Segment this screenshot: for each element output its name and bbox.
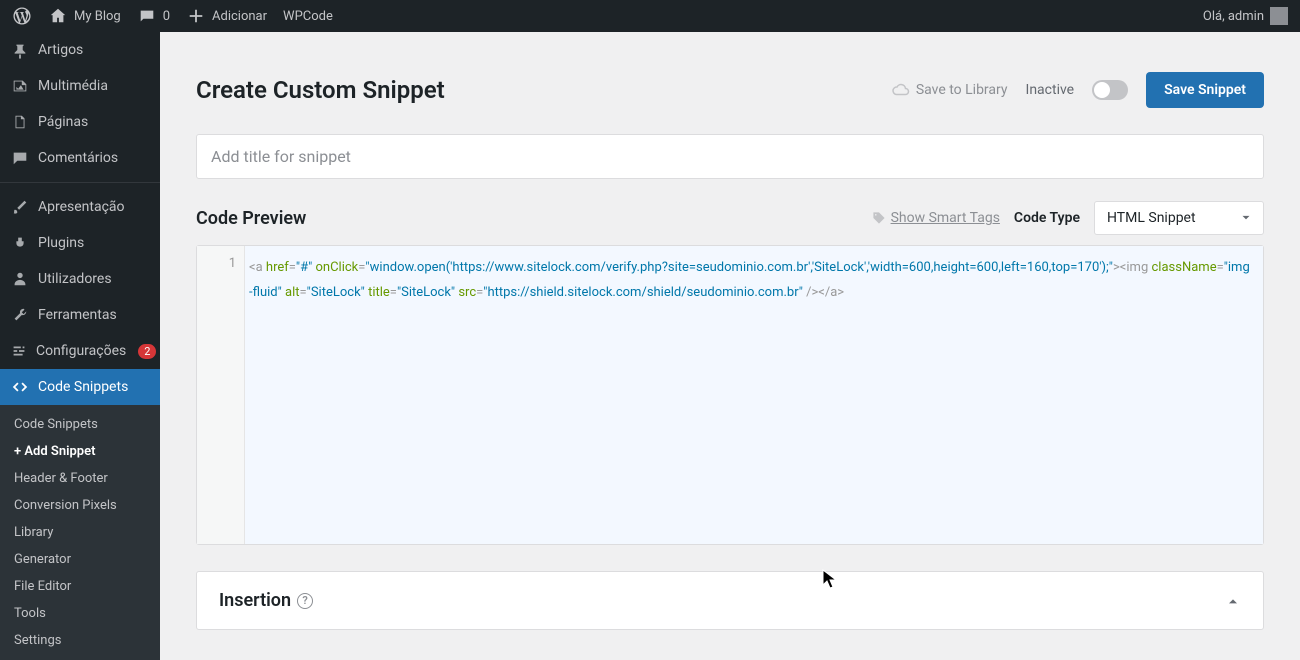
wp-logo[interactable]: [12, 6, 32, 26]
sidebar-item-páginas[interactable]: Páginas: [0, 104, 160, 140]
code-textarea[interactable]: <a href="#" onClick="window.open('https:…: [245, 246, 1263, 544]
media-icon: [10, 76, 30, 96]
plus-icon: [186, 6, 206, 26]
comments-count: 0: [163, 9, 170, 24]
code-icon: [10, 377, 30, 397]
sidebar-item-ferramentas[interactable]: Ferramentas: [0, 297, 160, 333]
sidebar-item-multimédia[interactable]: Multimédia: [0, 68, 160, 104]
sliders-icon: [10, 341, 28, 361]
add-new-label: Adicionar: [212, 9, 267, 24]
sidebar-item-artigos[interactable]: Artigos: [0, 32, 160, 68]
brush-icon: [10, 197, 30, 217]
code-preview-heading: Code Preview: [196, 208, 306, 229]
line-number: 1: [197, 256, 236, 271]
save-to-library-label: Save to Library: [916, 82, 1008, 98]
sidebar-item-label: Utilizadores: [38, 271, 112, 287]
sidebar-item-comentários[interactable]: Comentários: [0, 140, 160, 176]
site-name-label: My Blog: [74, 9, 121, 24]
site-name[interactable]: My Blog: [48, 6, 121, 26]
sidebar-submenu: Code Snippets+ Add SnippetHeader & Foote…: [0, 405, 160, 660]
sidebar-item-label: Plugins: [38, 235, 84, 251]
wpcode-toolbar-label: WPCode: [283, 9, 333, 24]
help-icon[interactable]: ?: [297, 593, 313, 609]
sidebar-item-label: Multimédia: [38, 78, 108, 94]
home-icon: [48, 6, 68, 26]
plug-icon: [10, 233, 30, 253]
sidebar-item-apresentação[interactable]: Apresentação: [0, 189, 160, 225]
tag-icon: [871, 210, 887, 226]
sidebar-item-configurações[interactable]: Configurações 2: [0, 333, 160, 369]
show-smart-tags-label: Show Smart Tags: [891, 210, 1000, 226]
save-to-library[interactable]: Save to Library: [892, 81, 1008, 99]
inactive-label: Inactive: [1026, 82, 1075, 98]
admin-sidebar: Artigos Multimédia Páginas Comentários Apre…: [0, 32, 160, 634]
comment-icon: [10, 148, 30, 168]
user-icon: [10, 269, 30, 289]
submenu-item-file-editor[interactable]: File Editor: [0, 573, 160, 600]
submenu-item-code-snippets[interactable]: Code Snippets: [0, 411, 160, 438]
sidebar-item-code-snippets[interactable]: Code Snippets: [0, 369, 160, 405]
wordpress-icon: [12, 6, 32, 26]
page-icon: [10, 112, 30, 132]
comment-bubble-icon: [137, 6, 157, 26]
save-snippet-button[interactable]: Save Snippet: [1146, 72, 1264, 108]
sidebar-item-label: Code Snippets: [38, 379, 128, 395]
submenu-item-header-footer[interactable]: Header & Footer: [0, 465, 160, 492]
page-header: Create Custom Snippet Save to Library In…: [196, 72, 1264, 108]
greeting-label: Olá, admin: [1203, 9, 1264, 24]
submenu-item-conversion-pixels[interactable]: Conversion Pixels: [0, 492, 160, 519]
submenu-item-generator[interactable]: Generator: [0, 546, 160, 573]
sidebar-item-label: Comentários: [38, 150, 118, 166]
code-type-value: HTML Snippet: [1107, 210, 1196, 226]
add-new[interactable]: Adicionar: [186, 6, 267, 26]
sidebar-item-utilizadores[interactable]: Utilizadores: [0, 261, 160, 297]
sidebar-item-label: Páginas: [38, 114, 88, 130]
chevron-up-icon: [1225, 593, 1241, 609]
editor-gutter: 1: [197, 246, 245, 544]
sidebar-item-plugins[interactable]: Plugins: [0, 225, 160, 261]
chevron-down-icon: [1239, 211, 1253, 225]
sidebar-item-label: Ferramentas: [38, 307, 117, 323]
submenu-item-tools[interactable]: Tools: [0, 600, 160, 627]
sidebar-item-label: Artigos: [38, 42, 83, 58]
active-toggle[interactable]: [1092, 80, 1128, 100]
sidebar-item-label: Apresentação: [38, 199, 125, 215]
insertion-title-label: Insertion: [219, 590, 291, 611]
insertion-panel[interactable]: Insertion ?: [196, 571, 1264, 630]
cloud-icon: [892, 81, 910, 99]
wpcode-toolbar[interactable]: WPCode: [283, 9, 333, 24]
code-type-label: Code Type: [1014, 210, 1080, 226]
my-account[interactable]: Olá, admin: [1203, 7, 1288, 25]
code-editor[interactable]: 1 <a href="#" onClick="window.open('http…: [196, 245, 1264, 545]
show-smart-tags-link[interactable]: Show Smart Tags: [871, 210, 1000, 226]
submenu-item-settings[interactable]: Settings: [0, 627, 160, 654]
content-area: Create Custom Snippet Save to Library In…: [160, 32, 1300, 634]
pin-icon: [10, 40, 30, 60]
avatar-icon: [1270, 7, 1288, 25]
wrench-icon: [10, 305, 30, 325]
submenu-item--add-snippet[interactable]: + Add Snippet: [0, 438, 160, 465]
admin-bar: My Blog 0 Adicionar WPCode Olá, admin: [0, 0, 1300, 32]
sidebar-item-label: Configurações: [36, 343, 126, 359]
snippet-title-input[interactable]: [196, 134, 1264, 179]
code-type-select[interactable]: HTML Snippet: [1094, 201, 1264, 235]
submenu-item-library[interactable]: Library: [0, 519, 160, 546]
comments-link[interactable]: 0: [137, 6, 170, 26]
update-badge: 2: [138, 344, 156, 359]
page-title: Create Custom Snippet: [196, 76, 445, 104]
